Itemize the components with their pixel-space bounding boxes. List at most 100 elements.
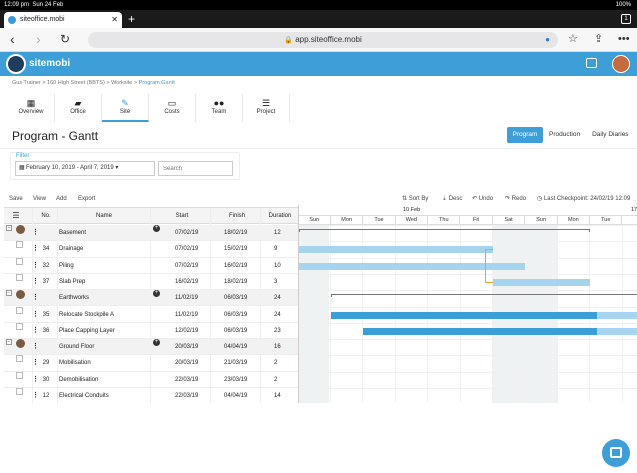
- row-checkbox[interactable]: [16, 388, 23, 395]
- close-tab-icon[interactable]: ✕: [111, 12, 118, 28]
- row-menu-icon[interactable]: ⋮: [32, 225, 39, 241]
- nav-office[interactable]: ▰ Office: [55, 94, 102, 122]
- inbox-icon[interactable]: [586, 58, 597, 68]
- row-name[interactable]: Drainage: [59, 241, 83, 257]
- breadcrumb-item[interactable]: Worksite: [111, 80, 132, 86]
- lock-icon: 🔒: [284, 37, 293, 44]
- row-name[interactable]: Demobilisation: [59, 372, 98, 388]
- row-no: 34: [42, 246, 50, 253]
- task-grid: ☰ No. Name Start Finish Duration − ⋮ Basem…: [4, 207, 298, 405]
- collapse-toggle-icon[interactable]: −: [6, 339, 12, 346]
- search-input[interactable]: [158, 161, 233, 176]
- new-tab-icon[interactable]: +: [128, 12, 135, 26]
- nav-costs[interactable]: ▭ Costs: [149, 94, 196, 122]
- last-checkpoint[interactable]: ◷ Last Checkpoint: 24/02/19 12:09: [537, 193, 630, 205]
- nav-overview[interactable]: ▦ Overview: [8, 94, 55, 122]
- undo-button[interactable]: ↶ Undo: [472, 193, 493, 205]
- nav-project[interactable]: ☰ Project: [243, 94, 290, 122]
- task-bar-drainage: [299, 246, 493, 254]
- save-button[interactable]: Save: [9, 193, 23, 205]
- costs-icon: ▭: [167, 98, 177, 108]
- task-row[interactable]: ⋮ 37 Slab Prep 16/02/19 18/02/19 3: [4, 273, 298, 291]
- row-checkbox[interactable]: [16, 257, 23, 265]
- view-button[interactable]: View: [33, 193, 46, 205]
- gantt-week-header: 10 Feb 17: [299, 207, 637, 215]
- row-name[interactable]: Piling: [59, 258, 74, 274]
- group-row[interactable]: − ⋮ Basement +07/02/19 18/02/19 12: [4, 225, 298, 242]
- user-avatar[interactable]: [612, 55, 630, 73]
- col-finish[interactable]: Finish: [212, 208, 262, 224]
- task-row[interactable]: ⋮ 12 Electrical Conduits 22/03/19 04/04/19 14: [4, 388, 298, 405]
- view-daily-diaries-button[interactable]: Daily Diaries: [586, 127, 634, 143]
- summary-bar-earthworks: [331, 294, 637, 298]
- forward-icon[interactable]: ›: [36, 31, 41, 47]
- col-start[interactable]: Start: [152, 208, 212, 224]
- row-name[interactable]: Basement: [59, 225, 86, 241]
- add-task-icon[interactable]: +: [153, 339, 160, 347]
- date-range-select[interactable]: ▦ February 10, 2019 - April 7, 2019 ▾: [15, 161, 155, 176]
- col-no[interactable]: No.: [38, 208, 54, 224]
- row-menu-icon[interactable]: ⋮: [32, 290, 39, 306]
- gantt-chart: 10 Feb 17 Sun Mon Tue Wed Thu Fri Sat Sun Mon Tue: [298, 205, 637, 403]
- more-menu-icon[interactable]: •••: [618, 32, 630, 46]
- task-row[interactable]: ⋮ 32 Piling 07/02/19 16/02/19 10: [4, 257, 298, 274]
- row-checkbox[interactable]: [16, 355, 23, 363]
- view-program-button[interactable]: Program: [507, 127, 543, 143]
- row-checkbox[interactable]: [16, 322, 23, 330]
- nav-team[interactable]: ●● Team: [196, 94, 243, 122]
- row-start: 22/03/19: [175, 376, 199, 383]
- share-icon[interactable]: ⇪: [594, 32, 603, 46]
- add-task-icon[interactable]: +: [153, 290, 160, 298]
- dependency-link: [485, 249, 486, 282]
- reload-icon[interactable]: ↻: [60, 31, 70, 47]
- row-checkbox[interactable]: [16, 306, 23, 314]
- row-name[interactable]: Place Capping Layer: [59, 323, 115, 339]
- row-name[interactable]: Mobilisation: [59, 355, 91, 371]
- collapse-toggle-icon[interactable]: −: [6, 225, 12, 231]
- task-row[interactable]: ⋮ 29 Mobilisation 20/03/19 21/03/19 2: [4, 355, 298, 372]
- export-button[interactable]: Export: [78, 193, 95, 205]
- breadcrumb-item[interactable]: Gus Trainer: [12, 80, 41, 86]
- task-row[interactable]: ⋮ 35 Relocate Stockpile A 11/02/19 06/03/19 2…: [4, 306, 298, 323]
- add-button[interactable]: Add: [56, 193, 67, 205]
- sitemobi-logo[interactable]: sitemobi: [6, 54, 76, 74]
- row-name[interactable]: Relocate Stockpile A: [59, 307, 114, 323]
- task-row[interactable]: ⋮ 30 Demobilisation 22/03/19 23/03/19 2: [4, 371, 298, 388]
- grid-menu-icon[interactable]: ☰: [10, 208, 22, 224]
- group-row[interactable]: − ⋮ Earthworks +11/02/19 06/03/19 24: [4, 290, 298, 307]
- row-finish: 16/02/19: [224, 262, 248, 269]
- status-bar: 12:09 pm Sun 24 Feb 100%: [0, 0, 637, 10]
- redo-button[interactable]: ↷ Redo: [505, 193, 526, 205]
- group-row[interactable]: − ⋮ Ground Floor +20/03/19 04/04/19 16: [4, 339, 298, 356]
- collapse-toggle-icon[interactable]: −: [6, 290, 12, 297]
- col-duration[interactable]: Duration: [262, 208, 298, 224]
- col-name[interactable]: Name: [59, 208, 149, 224]
- row-checkbox[interactable]: [16, 273, 23, 281]
- undo-icon: ↶: [472, 196, 478, 202]
- sort-by-button[interactable]: ⇅ Sort By: [402, 193, 428, 205]
- row-finish: 06/03/19: [224, 311, 248, 318]
- back-icon[interactable]: ‹: [10, 31, 15, 47]
- url-text: app.siteoffice.mobi: [295, 35, 362, 44]
- row-menu-icon[interactable]: ⋮: [32, 339, 39, 355]
- microphone-icon[interactable]: ●: [545, 32, 550, 48]
- task-row[interactable]: ⋮ 36 Place Capping Layer 12/02/19 06/03/19 23: [4, 322, 298, 340]
- row-name[interactable]: Slab Prep: [59, 274, 85, 290]
- view-production-button[interactable]: Production: [543, 127, 586, 143]
- row-name[interactable]: Ground Floor: [59, 339, 94, 355]
- browser-tab[interactable]: siteoffice.mobi ✕: [4, 12, 122, 28]
- breadcrumb-item[interactable]: 160 High Street (BBTS): [47, 80, 105, 86]
- add-task-icon[interactable]: +: [153, 225, 160, 232]
- tab-count-button[interactable]: 1: [621, 14, 631, 24]
- row-checkbox[interactable]: [16, 371, 23, 379]
- row-checkbox[interactable]: [16, 241, 23, 249]
- row-name[interactable]: Electrical Conduits: [59, 388, 109, 404]
- nav-site[interactable]: ✎ Site: [102, 94, 149, 122]
- url-field[interactable]: 🔒 app.siteoffice.mobi ●: [88, 32, 558, 48]
- sort-direction-button[interactable]: ⇣ Desc: [442, 193, 462, 205]
- task-row[interactable]: ⋮ 34 Drainage 07/02/19 15/02/19 9: [4, 241, 298, 258]
- chat-button[interactable]: [602, 439, 630, 467]
- row-name[interactable]: Earthworks: [59, 290, 89, 306]
- bookmark-star-icon[interactable]: ☆: [568, 32, 578, 46]
- dependency-link: [485, 249, 493, 251]
